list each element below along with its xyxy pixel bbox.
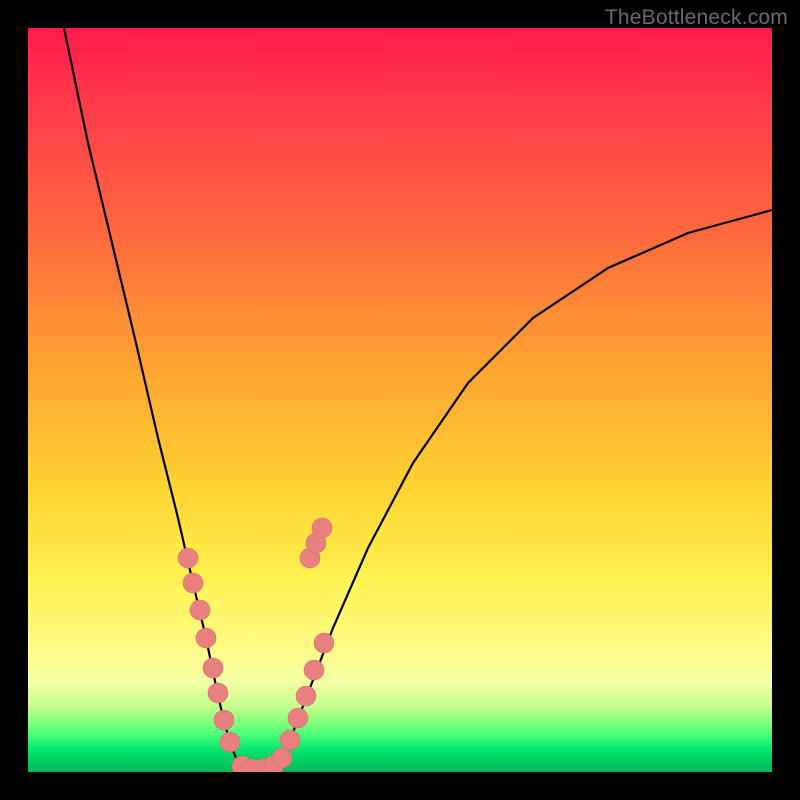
- chart-svg: [28, 28, 772, 772]
- data-point: [183, 573, 203, 593]
- curve-left: [64, 28, 238, 763]
- data-points: [178, 518, 334, 772]
- data-point: [208, 683, 228, 703]
- data-point: [178, 548, 198, 568]
- data-point: [288, 708, 308, 728]
- curve-right: [278, 210, 772, 763]
- data-point: [296, 686, 316, 706]
- data-point: [196, 628, 216, 648]
- watermark-text: TheBottleneck.com: [605, 6, 788, 30]
- data-point: [314, 633, 334, 653]
- data-point: [280, 730, 300, 750]
- data-point: [272, 748, 292, 768]
- data-point: [214, 710, 234, 730]
- data-point: [190, 600, 210, 620]
- data-point: [312, 518, 332, 538]
- data-point: [220, 732, 240, 752]
- plot-area: [28, 28, 772, 772]
- chart-frame: TheBottleneck.com: [0, 0, 800, 800]
- data-point: [203, 658, 223, 678]
- data-point: [304, 660, 324, 680]
